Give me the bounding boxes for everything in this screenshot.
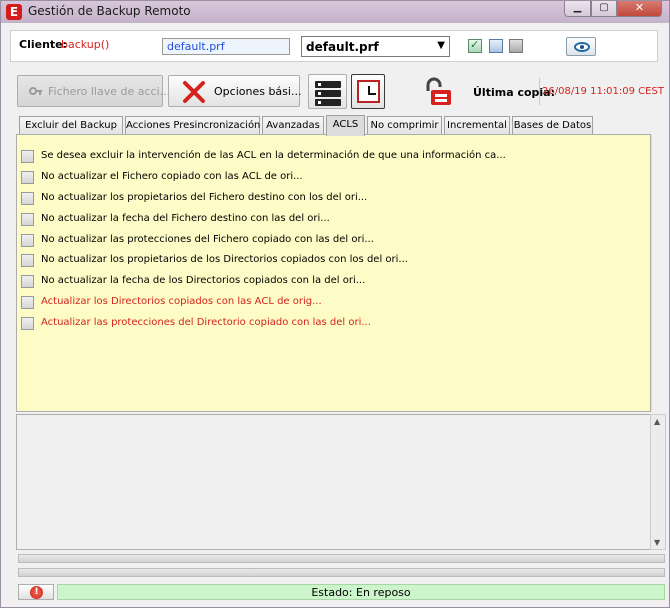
last-copy-value: 26/08/19 11:01:09 CEST [542, 86, 664, 97]
eye-icon [574, 42, 590, 52]
option-label: No actualizar los propietarios de los Di… [41, 254, 408, 265]
chevron-down-icon[interactable]: ▼ [437, 40, 445, 51]
scroll-up-icon[interactable]: ▲ [654, 417, 660, 426]
scroll-down-icon[interactable]: ▼ [654, 538, 660, 547]
schedule-button[interactable] [351, 74, 385, 109]
horizontal-scrollbar[interactable] [18, 568, 665, 577]
key-file-button[interactable]: Fichero llave de acci... [17, 75, 170, 107]
profile-field[interactable]: default.prf [162, 38, 290, 55]
disabled-profile-icon [509, 39, 523, 53]
server-icon [315, 81, 341, 88]
option-label: Actualizar los Directorios copiados con … [41, 296, 322, 307]
checkbox[interactable] [21, 192, 34, 205]
log-area[interactable] [16, 414, 651, 550]
tab-acls[interactable]: ACLS [326, 115, 365, 136]
app-logo-icon: E [6, 4, 22, 20]
maximize-button[interactable]: ▢ [591, 1, 617, 17]
checkbox[interactable] [21, 275, 34, 288]
server-button[interactable] [308, 74, 347, 109]
tools-cross-icon [183, 81, 205, 103]
option-label: Se desea excluir la intervención de las … [41, 150, 506, 161]
app-window: E Gestión de Backup Remoto ▁ ▢ ✕ Cliente… [0, 0, 670, 608]
basic-options-button-label: Opciones bási... [214, 85, 302, 98]
checkbox[interactable] [21, 234, 34, 247]
client-value: backup() [61, 38, 110, 51]
key-file-button-label: Fichero llave de acci... [48, 85, 171, 98]
options-scrollbar[interactable] [651, 134, 665, 412]
option-label: No actualizar el Fichero copiado con las… [41, 171, 303, 182]
window-title: Gestión de Backup Remoto [28, 4, 191, 18]
view-button[interactable] [566, 37, 596, 56]
key-icon [29, 87, 42, 95]
tab-excluir-del-backup[interactable]: Excluir del Backup [19, 116, 123, 135]
stop-button[interactable]: ! [18, 584, 54, 600]
option-label: No actualizar las protecciones del Fiche… [41, 234, 374, 245]
profile-select-value: default.prf [306, 40, 379, 54]
checkbox[interactable] [21, 296, 34, 309]
tab-incremental[interactable]: Incremental [444, 116, 510, 135]
checkbox[interactable] [21, 171, 34, 184]
tab-avanzadas[interactable]: Avanzadas [262, 116, 324, 135]
log-scrollbar[interactable]: ▲ ▼ [650, 414, 666, 550]
divider [539, 78, 540, 105]
alert-icon: ! [30, 586, 43, 599]
client-label: Cliente: [19, 38, 68, 51]
close-button[interactable]: ✕ [617, 1, 662, 17]
tab-bases-de-datos[interactable]: Bases de Datos [512, 116, 593, 135]
option-label: No actualizar la fecha del Fichero desti… [41, 213, 330, 224]
progress-bar [18, 554, 665, 563]
tab-no-comprimir[interactable]: No comprimir [367, 116, 442, 135]
validate-icon[interactable]: ✓ [468, 38, 482, 53]
option-label: No actualizar la fecha de los Directorio… [41, 275, 366, 286]
checkbox[interactable] [21, 150, 34, 163]
client-panel: Cliente: backup() default.prf default.pr… [10, 30, 658, 62]
title-bar[interactable]: E Gestión de Backup Remoto ▁ ▢ ✕ [1, 1, 669, 23]
unlock-icon[interactable] [423, 77, 453, 107]
status-text: Estado: En reposo [311, 586, 411, 599]
minimize-button[interactable]: ▁ [564, 1, 591, 17]
option-label: Actualizar las protecciones del Director… [41, 317, 371, 328]
checkbox[interactable] [21, 213, 34, 226]
tab-acciones-presincronizacion[interactable]: Acciones Presincronización [125, 116, 260, 135]
profile-select[interactable]: default.prf ▼ [301, 36, 450, 57]
checkbox[interactable] [21, 317, 34, 330]
checkbox[interactable] [21, 254, 34, 267]
new-profile-icon[interactable] [489, 39, 503, 53]
basic-options-button[interactable]: Opciones bási... [168, 75, 302, 107]
clock-icon [357, 80, 380, 103]
option-label: No actualizar los propietarios del Fiche… [41, 192, 368, 203]
status-bar: Estado: En reposo [57, 584, 665, 600]
acls-options-panel: Se desea excluir la intervención de las … [16, 134, 651, 412]
